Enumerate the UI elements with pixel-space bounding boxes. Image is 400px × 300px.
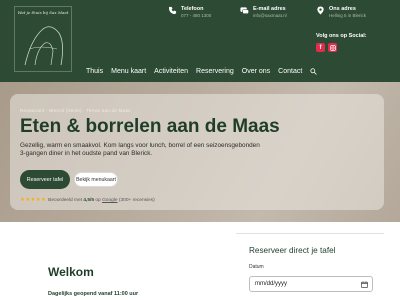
phone-icon: [168, 6, 177, 15]
chat-icon: [240, 7, 249, 14]
nav-item-over-ons[interactable]: Over ons: [242, 68, 270, 75]
address-value: Helling 5 in Blerick: [329, 13, 367, 18]
location-pin-icon: [317, 6, 324, 15]
date-field[interactable]: mm/dd/yyyy: [249, 276, 373, 292]
rating-text: Beoordeeld met 4,5/5 op Google (300+ rec…: [48, 198, 155, 203]
phone-value[interactable]: 077 - 480 1300: [181, 13, 211, 18]
rating-prefix: Beoordeeld met: [48, 197, 83, 203]
star-rating-icon: ★★★★★: [20, 197, 47, 203]
nav-item-activiteiten[interactable]: Activiteiten: [154, 68, 188, 75]
nav-item-contact[interactable]: Contact: [278, 68, 302, 75]
email-value[interactable]: info@saxmaat.nl: [253, 13, 287, 18]
nav-item-menu-kaart[interactable]: Menu kaart: [111, 68, 146, 75]
welcome-heading: Welkom: [48, 265, 94, 279]
reserve-table-button[interactable]: Reserveer tafel: [20, 170, 70, 189]
address-title: Ons adres: [329, 6, 356, 12]
facebook-icon[interactable]: f: [316, 43, 325, 52]
site-header: Wat je thuis bij Sax Maat Telefoon 077 -…: [0, 0, 400, 82]
page-title: Eten & borrelen aan de Maas: [20, 116, 280, 137]
view-menu-button[interactable]: Bekijk menukaart: [74, 172, 118, 187]
hero-description: Gezellig, warm en smaakvol. Kom langs vo…: [20, 142, 260, 158]
date-label: Datum: [249, 264, 264, 270]
breadcrumb: Restaurant · Blerick (Venlo) · Terras aa…: [20, 108, 131, 113]
rating-via: op: [95, 197, 101, 203]
rating: ★★★★★ Beoordeeld met 4,5/5 op Google (30…: [20, 197, 155, 203]
rating-score: 4,5/5: [83, 197, 95, 203]
instagram-icon[interactable]: [328, 43, 337, 52]
date-placeholder: mm/dd/yyyy: [255, 281, 288, 287]
rating-source-link[interactable]: Google: [102, 198, 117, 203]
main-nav: Thuis Menu kaart Activiteiten Reserverin…: [86, 68, 318, 75]
email-title: E-mail adres: [253, 6, 286, 12]
nav-item-thuis[interactable]: Thuis: [86, 68, 103, 75]
logo-illustration-icon: [24, 26, 63, 66]
nav-item-reservering[interactable]: Reservering: [196, 68, 234, 75]
phone-title: Telefoon: [181, 6, 204, 12]
reservation-title: Reserveer direct je tafel: [249, 246, 336, 255]
social-title: Volg ons op Social:: [316, 33, 367, 39]
rating-count: (300+ recensies): [118, 197, 155, 203]
logo-tagline: Wat je thuis bij Sax Maat: [17, 10, 69, 15]
calendar-icon[interactable]: [361, 280, 368, 288]
opening-hours: Dagelijks geopend vanaf 11:00 uur: [48, 291, 139, 297]
search-icon[interactable]: [310, 68, 318, 75]
logo[interactable]: Wat je thuis bij Sax Maat: [14, 6, 72, 72]
